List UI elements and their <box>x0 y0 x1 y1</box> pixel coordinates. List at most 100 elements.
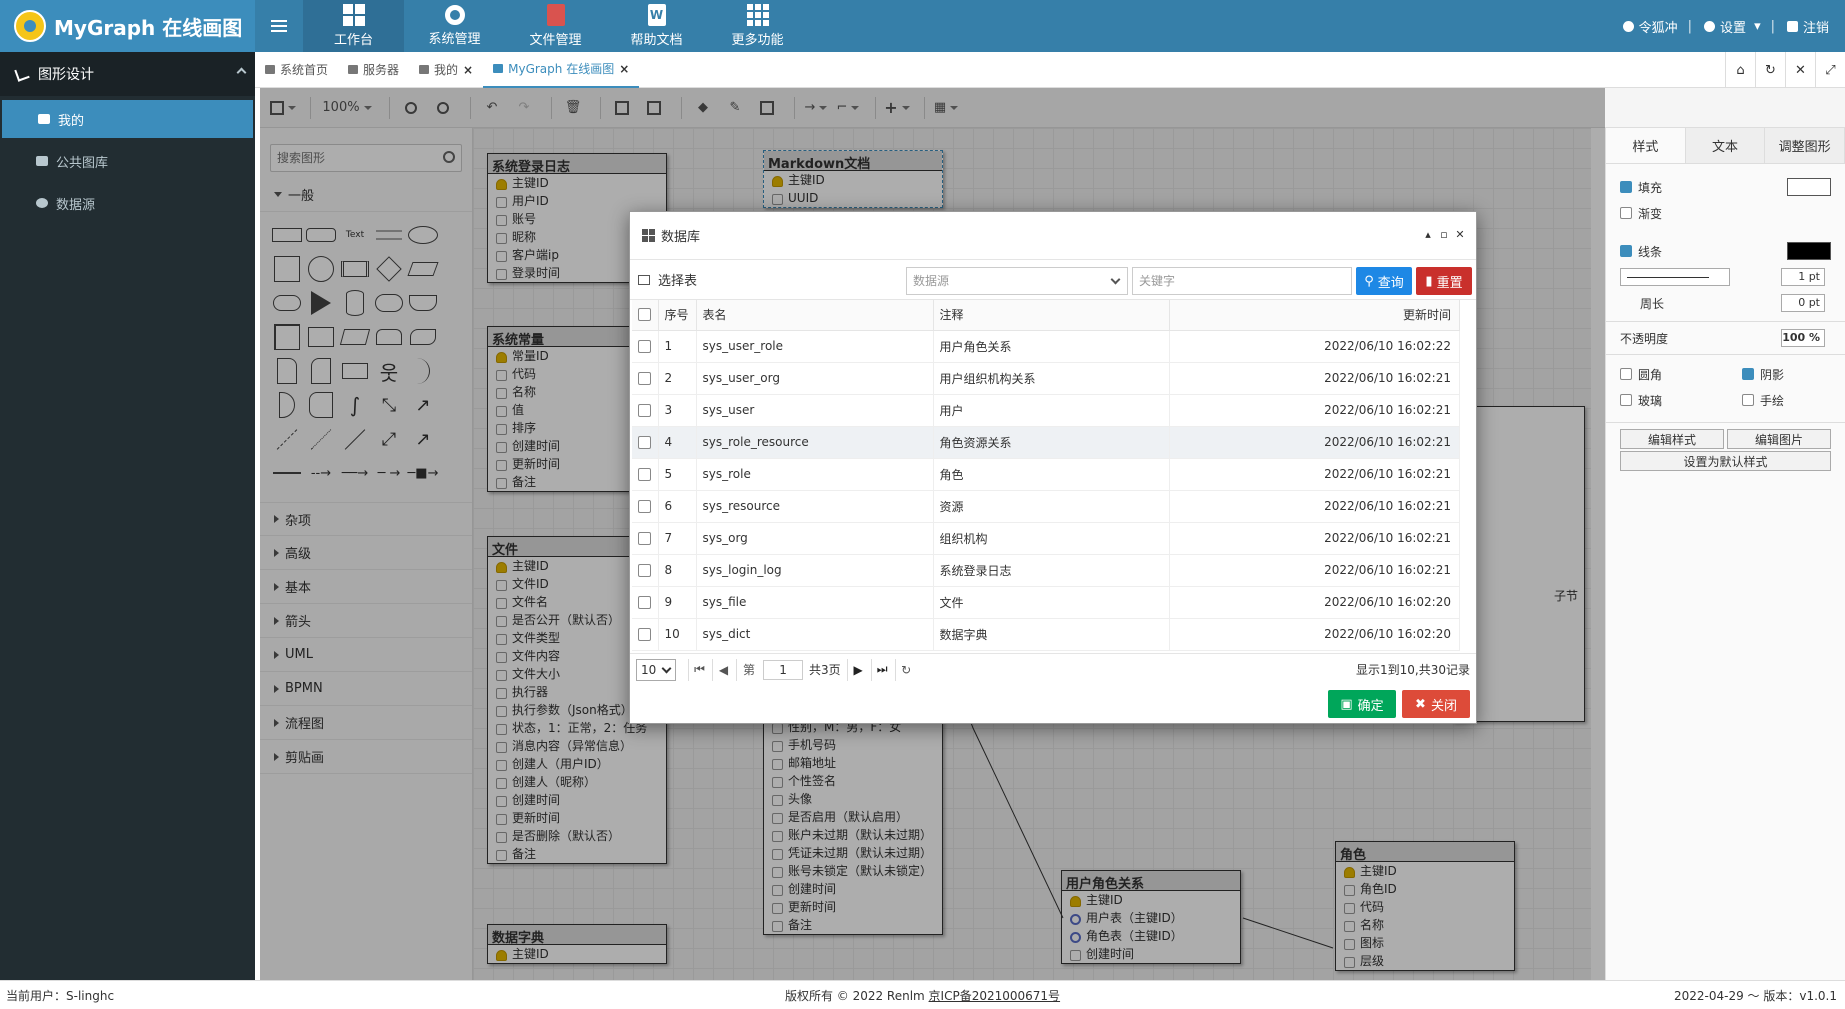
user-link[interactable]: 令狐冲 <box>1622 17 1678 36</box>
set-default-style-button[interactable]: 设置为默认样式 <box>1620 451 1831 471</box>
page-number-input[interactable]: 1 <box>763 659 804 680</box>
sidebar-section-graphic-design[interactable]: 图形设计 <box>0 52 255 96</box>
row-checkbox[interactable] <box>638 435 651 449</box>
edit-image-button[interactable]: 编辑图片 <box>1727 429 1831 449</box>
tab-mygraph[interactable]: MyGraph 在线画图 × <box>483 52 640 88</box>
tab-close-icon[interactable]: × <box>463 63 473 77</box>
perimeter-label: 周长 <box>1640 296 1665 311</box>
row-checkbox-cell[interactable] <box>632 586 659 619</box>
settings-dropdown[interactable]: 设置 ▾ <box>1704 17 1761 36</box>
table-row[interactable]: 7 sys_org 组织机构 2022/06/10 16:02:21 <box>632 522 1460 555</box>
column-note[interactable]: 注释 <box>933 300 1170 331</box>
table-row[interactable]: 9 sys_file 文件 2022/06/10 16:02:20 <box>632 586 1460 619</box>
tab-home[interactable]: 系统首页 <box>255 52 338 88</box>
fullscreen-icon[interactable]: ⤢ <box>1815 52 1845 88</box>
row-checkbox[interactable] <box>638 467 651 481</box>
rounded-checkbox[interactable] <box>1620 368 1632 380</box>
shadow-checkbox[interactable] <box>1742 368 1754 380</box>
icp-link[interactable]: 京ICP备2021000671号 <box>929 989 1061 1003</box>
table-row[interactable]: 6 sys_resource 资源 2022/06/10 16:02:21 <box>632 490 1460 523</box>
collapse-icon[interactable]: ▴ <box>1420 228 1436 241</box>
line-width-input[interactable]: 1 pt <box>1781 268 1825 286</box>
line-color-swatch[interactable] <box>1787 242 1831 260</box>
sidebar-item-public-gallery[interactable]: 公共图库 <box>0 142 255 180</box>
table-row[interactable]: 5 sys_role 角色 2022/06/10 16:02:21 <box>632 458 1460 491</box>
nav-workbench[interactable]: 工作台 <box>303 0 404 52</box>
tab-close-icon[interactable]: × <box>619 62 629 76</box>
logout-link[interactable]: 注销 <box>1786 17 1829 36</box>
table-row[interactable]: 3 sys_user 用户 2022/06/10 16:02:21 <box>632 394 1460 427</box>
row-checkbox-cell[interactable] <box>632 330 659 363</box>
gradient-checkbox[interactable] <box>1620 207 1632 219</box>
nav-more-features[interactable]: 更多功能 <box>707 0 808 52</box>
tab-text[interactable]: 文本 <box>1685 128 1766 163</box>
refresh-icon[interactable]: ↻ <box>894 658 917 681</box>
row-checkbox-cell[interactable] <box>632 522 659 555</box>
select-all-checkbox[interactable] <box>638 308 651 322</box>
last-page-icon[interactable]: ⏭ <box>870 658 893 681</box>
column-updated[interactable]: 更新时间 <box>1169 300 1460 331</box>
sidebar-item-label: 公共图库 <box>56 155 109 171</box>
line-checkbox[interactable] <box>1620 245 1632 257</box>
keyword-input[interactable]: 关键字 <box>1132 267 1352 295</box>
edit-style-button[interactable]: 编辑样式 <box>1620 429 1724 449</box>
refresh-icon[interactable]: ↻ <box>1755 52 1785 88</box>
close-icon[interactable]: ✕ <box>1452 228 1468 241</box>
total-pages: 共3页 <box>809 663 841 677</box>
nav-help-docs[interactable]: W 帮助文档 <box>606 0 707 52</box>
datasource-select[interactable]: 数据源 <box>906 267 1128 295</box>
first-page-icon[interactable]: ⏮ <box>688 658 710 681</box>
fill-color-swatch[interactable] <box>1787 178 1831 196</box>
table-row[interactable]: 10 sys_dict 数据字典 2022/06/10 16:02:20 <box>632 618 1460 651</box>
table-row[interactable]: 2 sys_user_org 用户组织机构关系 2022/06/10 16:02:21 <box>632 362 1460 395</box>
query-button[interactable]: ⚲ 查询 <box>1356 267 1412 295</box>
home-icon[interactable]: ⌂ <box>1725 52 1755 88</box>
tab-arrange[interactable]: 调整图形 <box>1765 128 1845 163</box>
row-checkbox-cell[interactable] <box>632 394 659 427</box>
row-checkbox[interactable] <box>638 371 651 385</box>
maximize-icon[interactable]: ▫ <box>1436 228 1452 241</box>
row-checkbox[interactable] <box>638 403 651 417</box>
row-checkbox[interactable] <box>638 499 651 513</box>
row-checkbox[interactable] <box>638 627 651 641</box>
row-checkbox-cell[interactable] <box>632 426 659 459</box>
opacity-input[interactable]: 100 % <box>1781 329 1825 347</box>
close-button[interactable]: ✖ 关闭 <box>1402 690 1470 718</box>
row-checkbox[interactable] <box>638 595 651 609</box>
page-size-select[interactable]: 10 <box>636 658 676 681</box>
row-checkbox-cell[interactable] <box>632 554 659 587</box>
glass-checkbox[interactable] <box>1620 394 1632 406</box>
sidebar-toggle-button[interactable] <box>255 0 303 52</box>
row-checkbox[interactable] <box>638 531 651 545</box>
select-all-cell[interactable] <box>632 300 659 331</box>
prev-page-icon[interactable]: ◀ <box>712 658 734 681</box>
tab-server[interactable]: 服务器 <box>338 52 409 88</box>
sidebar-item-mine[interactable]: 我的 <box>2 100 253 138</box>
close-icon[interactable]: ✕ <box>1785 52 1815 88</box>
perimeter-input[interactable]: 0 pt <box>1781 294 1825 312</box>
next-page-icon[interactable]: ▶ <box>846 658 869 681</box>
row-checkbox-cell[interactable] <box>632 362 659 395</box>
nav-system-management[interactable]: 系统管理 <box>404 0 505 52</box>
tab-mine[interactable]: 我的 × <box>409 52 483 88</box>
sidebar-item-datasource[interactable]: 数据源 <box>0 184 255 222</box>
sketch-checkbox[interactable] <box>1742 394 1754 406</box>
row-checkbox[interactable] <box>638 563 651 577</box>
brand[interactable]: MyGraph 在线画图 <box>0 0 255 52</box>
line-pattern-select[interactable] <box>1620 268 1730 286</box>
nav-file-management[interactable]: 文件管理 <box>505 0 606 52</box>
reset-button[interactable]: ▮ 重置 <box>1416 267 1472 295</box>
row-checkbox[interactable] <box>638 339 651 353</box>
column-no[interactable]: 序号 <box>658 300 697 331</box>
column-table-name[interactable]: 表名 <box>696 300 934 331</box>
dialog-header[interactable]: 数据库 ▴ ▫ ✕ <box>630 212 1476 260</box>
row-checkbox-cell[interactable] <box>632 458 659 491</box>
table-row[interactable]: 4 sys_role_resource 角色资源关系 2022/06/10 16:02… <box>632 426 1460 459</box>
confirm-button[interactable]: ▣ 确定 <box>1328 690 1396 718</box>
table-row[interactable]: 1 sys_user_role 用户角色关系 2022/06/10 16:02:22 <box>632 330 1460 363</box>
table-row[interactable]: 8 sys_login_log 系统登录日志 2022/06/10 16:02:21 <box>632 554 1460 587</box>
row-checkbox-cell[interactable] <box>632 490 659 523</box>
fill-checkbox[interactable] <box>1620 181 1632 193</box>
row-checkbox-cell[interactable] <box>632 618 659 651</box>
tab-style[interactable]: 样式 <box>1606 128 1686 163</box>
